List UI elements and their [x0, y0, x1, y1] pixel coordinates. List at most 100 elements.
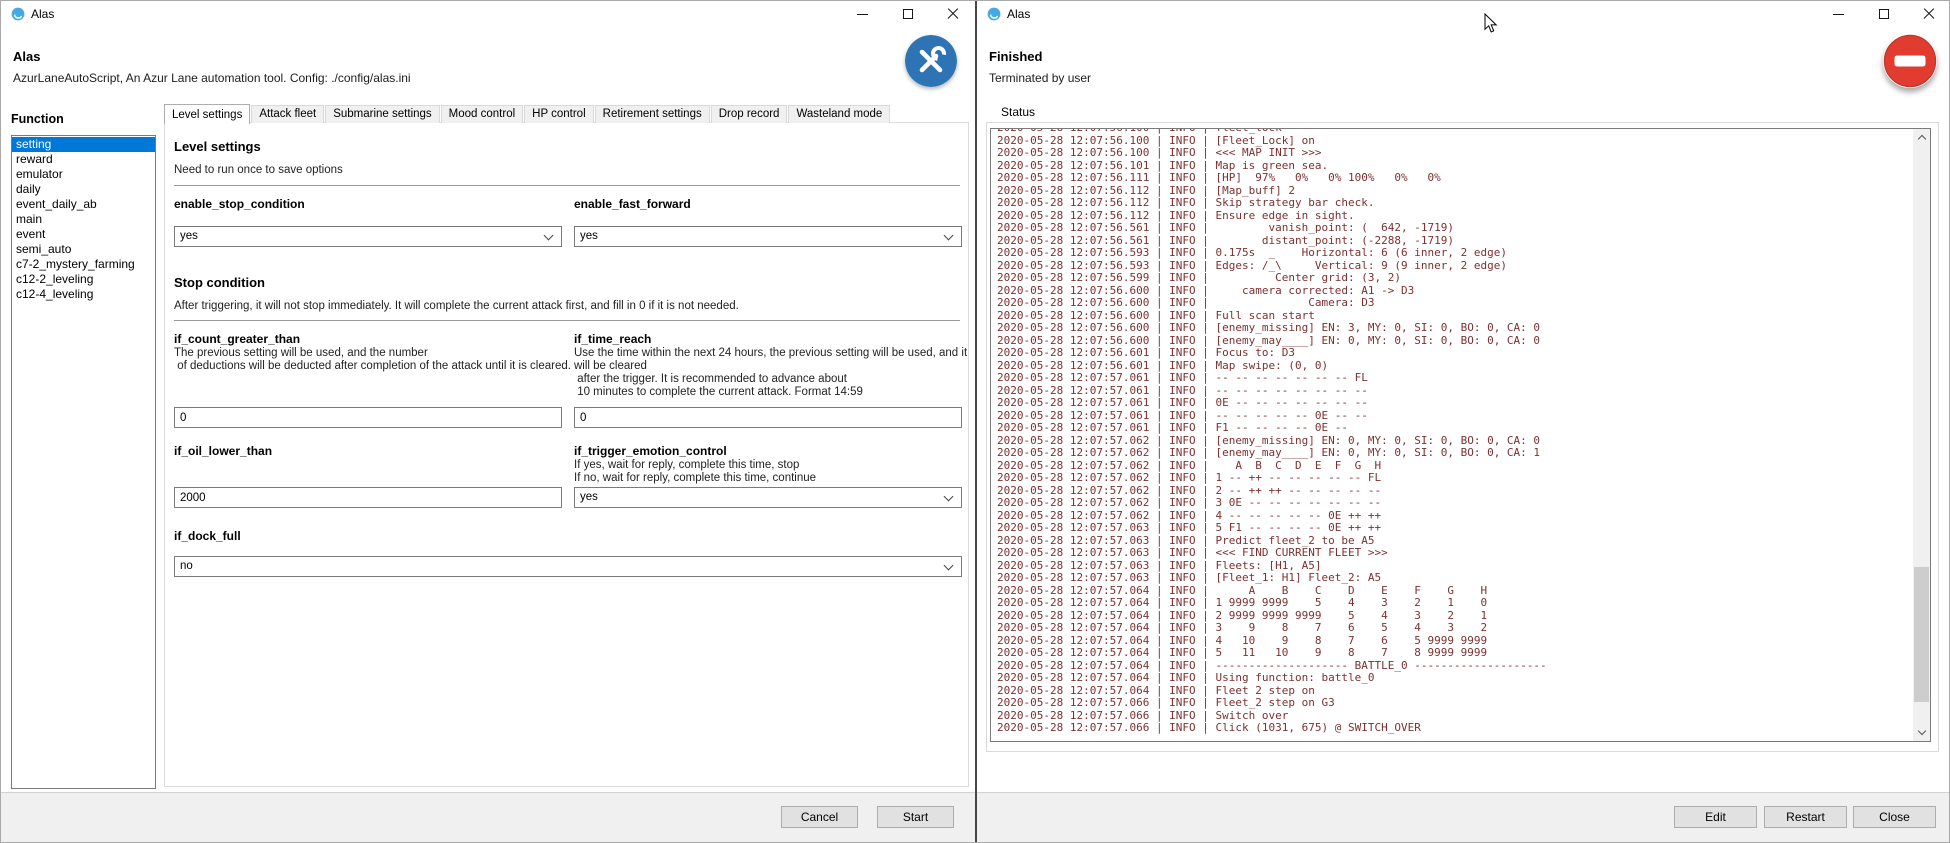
- close-icon: [947, 8, 959, 20]
- function-item-event[interactable]: event: [12, 227, 155, 242]
- select-enable-stop-condition[interactable]: yes: [174, 226, 562, 247]
- edit-button[interactable]: Edit: [1674, 806, 1757, 828]
- tab-mood-control[interactable]: Mood control: [441, 105, 523, 123]
- app-header-subtitle: AzurLaneAutoScript, An Azur Lane automat…: [13, 71, 411, 85]
- function-item-emulator[interactable]: emulator: [12, 167, 155, 182]
- divider: [174, 320, 960, 321]
- status-header-title: Finished: [989, 49, 1042, 64]
- help-text: The previous setting will be used, and t…: [174, 347, 428, 360]
- help-text: after the trigger. It is recommended to …: [574, 373, 847, 386]
- label-if-oil-lower-than: if_oil_lower_than: [174, 444, 272, 458]
- chevron-up-icon: [1917, 135, 1925, 143]
- app-header-title: Alas: [13, 49, 40, 64]
- screen: Alas Alas AzurLaneAutoScript, An Azur La…: [0, 0, 1950, 843]
- help-text: of deductions will be deducted after com…: [174, 360, 571, 373]
- select-if-dock-full[interactable]: no: [174, 556, 962, 577]
- select-value: no: [180, 560, 193, 572]
- tab-level-settings[interactable]: Level settings: [164, 104, 250, 124]
- function-item-c12-2_leveling[interactable]: c12-2_leveling: [12, 272, 155, 287]
- tab-submarine-settings[interactable]: Submarine settings: [325, 105, 439, 123]
- function-panel-label: Function: [11, 112, 64, 126]
- chevron-down-icon: [544, 231, 554, 241]
- alas-app-icon: [11, 7, 25, 21]
- function-list[interactable]: settingrewardemulatordailyevent_daily_ab…: [11, 135, 156, 789]
- close-action-button[interactable]: Close: [1853, 806, 1936, 828]
- input-if-count-greater-than[interactable]: [174, 407, 562, 428]
- section-desc-stop-condition: After triggering, it will not stop immed…: [174, 300, 739, 313]
- titlebar[interactable]: Alas: [977, 1, 1950, 27]
- input-if-time-reach[interactable]: [574, 407, 962, 428]
- tab-hp-control[interactable]: HP control: [524, 105, 593, 123]
- titlebar[interactable]: Alas: [1, 1, 975, 27]
- cancel-button[interactable]: Cancel: [781, 806, 858, 828]
- function-item-setting[interactable]: setting: [12, 137, 155, 152]
- footer-bar: Edit Restart Close: [977, 792, 1950, 843]
- window-status: Alas Finished Terminated by user Status …: [977, 1, 1950, 843]
- maximize-button[interactable]: [885, 1, 930, 27]
- select-value: yes: [580, 230, 598, 242]
- label-enable-stop-condition: enable_stop_condition: [174, 197, 305, 211]
- chevron-down-icon: [944, 492, 954, 502]
- section-title-level-settings: Level settings: [174, 139, 261, 154]
- label-if-count-greater-than: if_count_greater_than: [174, 332, 300, 346]
- help-text: Use the time within the next 24 hours, t…: [574, 347, 967, 360]
- log-scrollbar[interactable]: [1913, 129, 1930, 741]
- help-text: If yes, wait for reply, complete this ti…: [574, 459, 799, 472]
- log-output[interactable]: 2020-05-28 12:07:56.100 | INFO | fleet_l…: [990, 128, 1931, 742]
- alas-app-icon: [987, 7, 1001, 21]
- label-if-dock-full: if_dock_full: [174, 529, 241, 543]
- window-title: Alas: [1007, 7, 1030, 21]
- tab-drop-record[interactable]: Drop record: [711, 105, 788, 123]
- select-if-trigger-emotion-control[interactable]: yes: [574, 487, 962, 508]
- function-item-event_daily_ab[interactable]: event_daily_ab: [12, 197, 155, 212]
- stop-sign-icon: [1883, 34, 1937, 88]
- divider: [174, 185, 960, 186]
- section-desc-level-settings: Need to run once to save options: [174, 164, 343, 177]
- scrollbar-thumb[interactable]: [1914, 567, 1929, 702]
- tab-wasteland-mode[interactable]: Wasteland mode: [788, 105, 890, 123]
- label-if-time-reach: if_time_reach: [574, 332, 651, 346]
- select-enable-fast-forward[interactable]: yes: [574, 226, 962, 247]
- maximize-button[interactable]: [1861, 1, 1906, 27]
- chevron-down-icon: [944, 231, 954, 241]
- minimize-button[interactable]: [840, 1, 885, 27]
- minimize-icon: [1833, 14, 1844, 15]
- start-button[interactable]: Start: [877, 806, 954, 828]
- log-text: 2020-05-28 12:07:56.100 | INFO | fleet_l…: [997, 128, 1547, 735]
- mouse-cursor: [1484, 13, 1498, 34]
- tools-badge-icon: [905, 35, 957, 87]
- function-item-c12-4_leveling[interactable]: c12-4_leveling: [12, 287, 155, 302]
- chevron-down-icon: [944, 561, 954, 571]
- chevron-down-icon: [1917, 727, 1925, 735]
- select-value: yes: [580, 491, 598, 503]
- scroll-up-button[interactable]: [1913, 129, 1930, 146]
- minimize-icon: [857, 14, 868, 15]
- label-if-trigger-emotion-control: if_trigger_emotion_control: [574, 444, 727, 458]
- tab-content-panel: Level settings Need to run once to save …: [164, 122, 969, 787]
- function-item-c7-2_mystery_farming[interactable]: c7-2_mystery_farming: [12, 257, 155, 272]
- function-item-semi_auto[interactable]: semi_auto: [12, 242, 155, 257]
- tab-retirement-settings[interactable]: Retirement settings: [595, 105, 710, 123]
- maximize-icon: [903, 9, 913, 19]
- function-item-daily[interactable]: daily: [12, 182, 155, 197]
- function-item-main[interactable]: main: [12, 212, 155, 227]
- function-item-reward[interactable]: reward: [12, 152, 155, 167]
- close-button[interactable]: [1906, 1, 1950, 27]
- maximize-icon: [1879, 9, 1889, 19]
- minimize-button[interactable]: [1816, 1, 1861, 27]
- help-text: 10 minutes to complete the current attac…: [574, 386, 863, 399]
- tab-bar: Level settingsAttack fleetSubmarine sett…: [164, 103, 891, 123]
- input-if-oil-lower-than[interactable]: [174, 487, 562, 508]
- window-title: Alas: [31, 7, 54, 21]
- scroll-down-button[interactable]: [1913, 724, 1930, 741]
- close-button[interactable]: [930, 1, 975, 27]
- restart-button[interactable]: Restart: [1764, 806, 1847, 828]
- footer-bar: Cancel Start: [1, 792, 975, 843]
- window-controls: [840, 1, 975, 27]
- close-icon: [1923, 8, 1935, 20]
- label-enable-fast-forward: enable_fast_forward: [574, 197, 691, 211]
- status-header-subtitle: Terminated by user: [989, 71, 1091, 85]
- tab-attack-fleet[interactable]: Attack fleet: [251, 105, 324, 123]
- help-text: will be cleared: [574, 360, 647, 373]
- window-config: Alas Alas AzurLaneAutoScript, An Azur La…: [1, 1, 975, 843]
